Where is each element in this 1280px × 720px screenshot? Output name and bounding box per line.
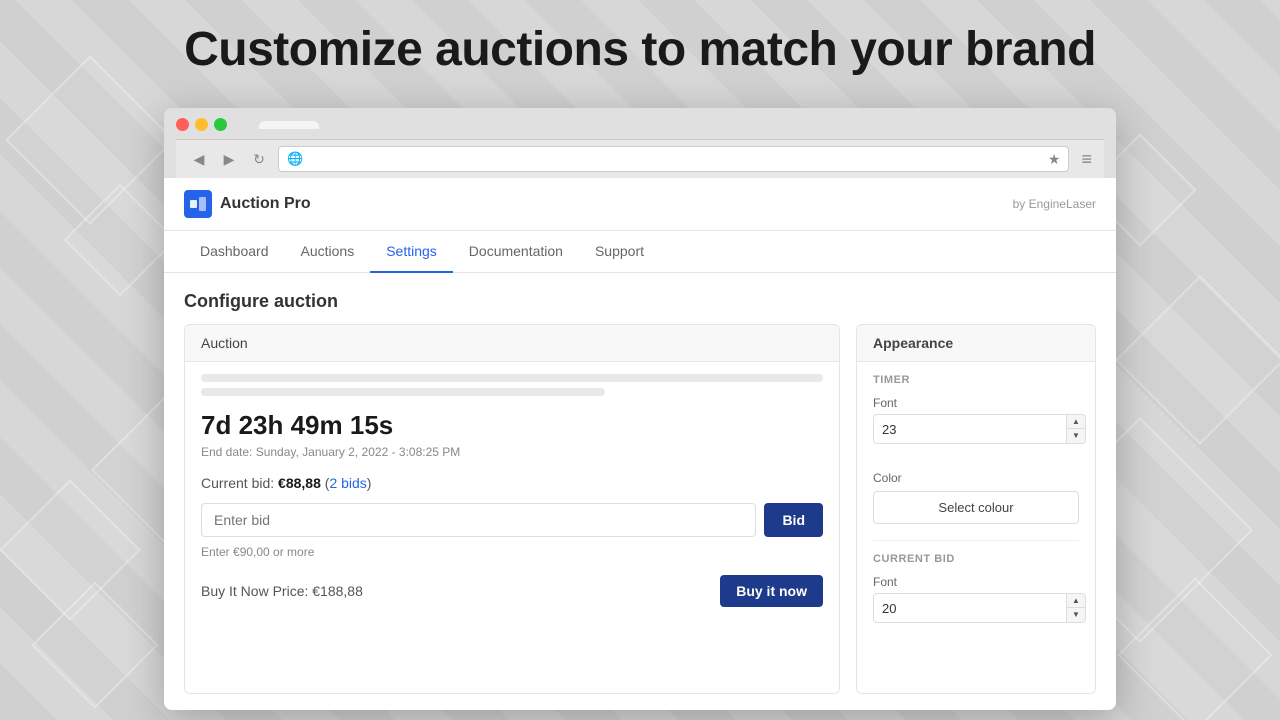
current-bid-font-up[interactable]: ▲ xyxy=(1067,594,1085,608)
current-bid-section-label: CURRENT BID xyxy=(873,553,1079,565)
buy-now-row: Buy It Now Price: €188,88 Buy it now xyxy=(201,575,823,607)
auction-end-date: End date: Sunday, January 2, 2022 - 3:08… xyxy=(201,445,823,459)
auction-panel: Auction 7d 23h 49m 15s End date: Sunday,… xyxy=(184,324,840,694)
traffic-lights xyxy=(176,118,227,131)
current-bid-font-spinners: ▲ ▼ xyxy=(1066,594,1085,622)
appearance-panel-body: TIMER Font ▲ ▼ xyxy=(857,362,1095,647)
loading-bars xyxy=(201,374,823,396)
address-bar[interactable]: 🌐 ★ xyxy=(278,146,1069,172)
app-name: Auction Pro xyxy=(220,195,311,213)
app-logo: Auction Pro xyxy=(184,190,311,218)
refresh-button[interactable]: ↻ xyxy=(248,148,270,170)
current-bid-font-group: Font ▲ ▼ xyxy=(873,575,1086,623)
font-down-button[interactable]: ▼ xyxy=(1067,429,1085,443)
nav-dashboard[interactable]: Dashboard xyxy=(184,231,285,273)
page-title: Customize auctions to match your brand xyxy=(0,22,1280,77)
browser-window: ◀ ▶ ↻ 🌐 ★ ≡ Auction Pro xyxy=(164,108,1116,710)
current-bid-section: CURRENT BID Font ▲ ▼ xyxy=(873,540,1079,623)
app-logo-icon xyxy=(184,190,212,218)
close-button[interactable] xyxy=(176,118,189,131)
buy-now-label: Buy It Now Price: €188,88 xyxy=(201,583,363,599)
back-button[interactable]: ◀ xyxy=(188,148,210,170)
buy-now-price-value: €188,88 xyxy=(312,583,363,599)
bid-hint: Enter €90,00 or more xyxy=(201,545,823,559)
bid-input[interactable] xyxy=(201,503,756,537)
current-bid-font-down[interactable]: ▼ xyxy=(1067,608,1085,622)
browser-titlebar xyxy=(176,118,1104,131)
color-label: Color xyxy=(873,471,1079,485)
current-bid-label: Current bid: xyxy=(201,475,274,491)
loading-bar-wide xyxy=(201,374,823,382)
font-up-button[interactable]: ▲ xyxy=(1067,415,1085,429)
forward-button[interactable]: ▶ xyxy=(218,148,240,170)
browser-content: Auction Pro by EngineLaser Dashboard Auc… xyxy=(164,178,1116,710)
bid-count: 2 bids xyxy=(329,475,366,491)
browser-chrome: ◀ ▶ ↻ 🌐 ★ ≡ xyxy=(164,108,1116,178)
font-group: Font ▲ ▼ xyxy=(873,396,1086,459)
bid-button[interactable]: Bid xyxy=(764,503,823,537)
main-content: Configure auction Auction 7d 23h 49m 15s… xyxy=(164,273,1116,710)
nav-documentation[interactable]: Documentation xyxy=(453,231,579,273)
browser-tab[interactable] xyxy=(259,121,319,129)
configure-section-title: Configure auction xyxy=(164,273,1116,324)
timer-section-label: TIMER xyxy=(873,374,1079,386)
bid-input-row: Bid xyxy=(201,503,823,537)
app-by-text: by EngineLaser xyxy=(1013,197,1096,211)
nav-support[interactable]: Support xyxy=(579,231,660,273)
globe-icon: 🌐 xyxy=(287,151,303,167)
bid-amount: €88,88 xyxy=(278,475,321,491)
font-input[interactable] xyxy=(874,415,1066,443)
auction-panel-body: 7d 23h 49m 15s End date: Sunday, January… xyxy=(185,362,839,619)
content-body: Auction 7d 23h 49m 15s End date: Sunday,… xyxy=(164,324,1116,710)
current-bid-font-label: Font xyxy=(873,575,1086,589)
current-bid-font-wrapper: ▲ ▼ xyxy=(873,593,1086,623)
font-input-wrapper: ▲ ▼ xyxy=(873,414,1086,444)
loading-bar-medium xyxy=(201,388,605,396)
star-icon[interactable]: ★ xyxy=(1048,151,1061,168)
select-colour-button[interactable]: Select colour xyxy=(873,491,1079,524)
browser-toolbar: ◀ ▶ ↻ 🌐 ★ ≡ xyxy=(176,139,1104,178)
current-bid-form-row: Font ▲ ▼ xyxy=(873,575,1079,623)
minimize-button[interactable] xyxy=(195,118,208,131)
app-header: Auction Pro by EngineLaser xyxy=(164,178,1116,231)
nav-auctions[interactable]: Auctions xyxy=(285,231,371,273)
appearance-panel: Appearance TIMER Font ▲ xyxy=(856,324,1096,694)
auction-timer: 7d 23h 49m 15s xyxy=(201,410,823,441)
menu-button[interactable]: ≡ xyxy=(1081,149,1092,170)
current-bid-font-input[interactable] xyxy=(874,594,1066,622)
browser-tabs xyxy=(259,121,319,129)
auction-panel-header: Auction xyxy=(185,325,839,362)
app-nav: Dashboard Auctions Settings Documentatio… xyxy=(164,231,1116,273)
maximize-button[interactable] xyxy=(214,118,227,131)
timer-form-row: Font ▲ ▼ Bold text xyxy=(873,396,1079,459)
font-label: Font xyxy=(873,396,1086,410)
buy-now-button[interactable]: Buy it now xyxy=(720,575,823,607)
appearance-panel-header: Appearance xyxy=(857,325,1095,362)
font-spinners: ▲ ▼ xyxy=(1066,415,1085,443)
current-bid-row: Current bid: €88,88 (2 bids) xyxy=(201,475,823,491)
nav-settings[interactable]: Settings xyxy=(370,231,453,273)
